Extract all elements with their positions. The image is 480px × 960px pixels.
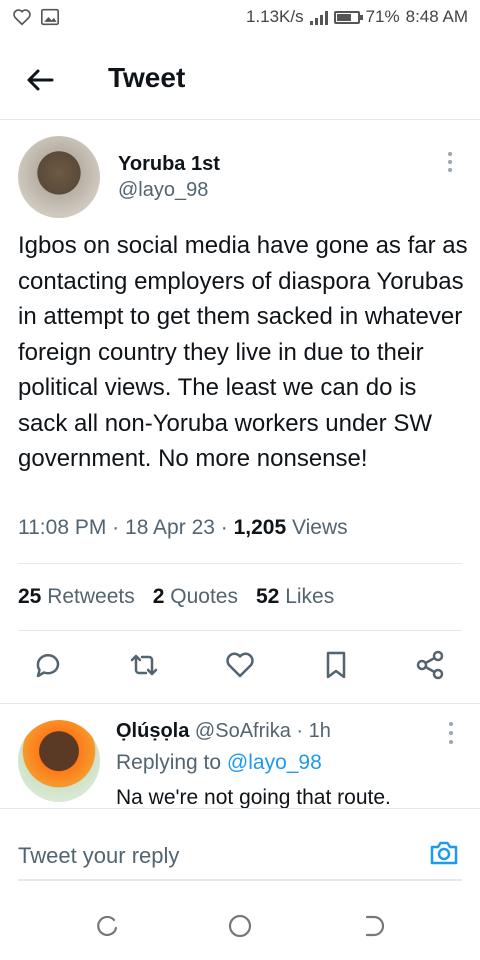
reply-separator: · xyxy=(296,720,304,742)
views-label: Views xyxy=(292,516,348,539)
meta-separator: · xyxy=(220,516,228,539)
retweets-stat[interactable]: 25 Retweets xyxy=(18,585,135,609)
status-right: 1.13K/s 71% 8:48 AM xyxy=(246,7,468,27)
back-button[interactable] xyxy=(22,62,58,98)
status-time: 8:48 AM xyxy=(405,7,468,26)
reply-input[interactable] xyxy=(18,833,462,881)
reply-text: Na we're not going that route. xyxy=(116,786,391,808)
retweets-count: 25 xyxy=(18,585,42,608)
share-button[interactable] xyxy=(414,649,446,681)
likes-label: Likes xyxy=(285,585,335,608)
reply-button[interactable] xyxy=(32,649,64,681)
tweet-date[interactable]: 18 Apr 23 xyxy=(125,516,215,539)
replying-handle-link[interactable]: @layo_98 xyxy=(227,751,322,774)
reply-composer xyxy=(0,808,480,898)
quotes-count: 2 xyxy=(152,585,165,608)
bookmark-icon xyxy=(326,651,346,679)
home-icon xyxy=(228,914,252,938)
more-dot-icon xyxy=(449,722,453,726)
app-header: Tweet xyxy=(0,40,480,120)
retweet-icon xyxy=(130,654,158,676)
author-name[interactable]: Yoruba 1st xyxy=(118,153,220,176)
camera-icon xyxy=(430,841,458,865)
reply-header: Ọlúṣọla @SoAfrika · 1h xyxy=(116,720,331,743)
reply-more-options-button[interactable] xyxy=(446,722,456,744)
more-dot-icon xyxy=(449,731,453,735)
signal-icon xyxy=(309,9,328,25)
divider xyxy=(18,563,462,564)
reply-avatar[interactable] xyxy=(18,720,100,802)
divider xyxy=(0,703,480,704)
reply-icon xyxy=(36,654,60,678)
recents-button[interactable] xyxy=(94,912,122,940)
battery-percent: 71% xyxy=(365,7,400,26)
author-handle[interactable]: @layo_98 xyxy=(118,179,208,202)
tweet-meta: 11:08 PM · 18 Apr 23 · 1,205 Views xyxy=(18,516,348,540)
more-dot-icon xyxy=(448,152,452,156)
more-dot-icon xyxy=(449,740,453,744)
divider xyxy=(18,630,462,631)
heart-icon xyxy=(13,9,31,26)
like-icon xyxy=(226,652,254,678)
reply-time: 1h xyxy=(308,720,331,742)
page-title: Tweet xyxy=(108,62,186,93)
home-button[interactable] xyxy=(226,912,254,940)
system-nav-bar xyxy=(0,898,480,960)
status-bar: 1.13K/s 71% 8:48 AM xyxy=(0,0,480,36)
retweets-label: Retweets xyxy=(47,585,135,608)
bookmark-button[interactable] xyxy=(320,649,352,681)
meta-separator: · xyxy=(112,516,120,539)
quotes-stat[interactable]: 2 Quotes xyxy=(153,585,238,609)
tweet-actions xyxy=(0,645,480,693)
back-nav-button[interactable] xyxy=(358,912,386,940)
camera-button[interactable] xyxy=(428,837,460,869)
arrow-left-icon xyxy=(27,69,54,91)
tweet-stats: 25 Retweets 2 Quotes 52 Likes xyxy=(18,585,334,609)
reply-author-handle[interactable]: @SoAfrika xyxy=(195,720,291,742)
battery-icon xyxy=(333,10,363,24)
network-speed: 1.13K/s xyxy=(245,7,304,26)
more-options-button[interactable] xyxy=(444,150,456,174)
status-left xyxy=(12,8,60,26)
replying-label: Replying to xyxy=(116,751,222,774)
recents-icon xyxy=(97,915,118,937)
replying-to: Replying to @layo_98 xyxy=(116,751,322,775)
share-icon xyxy=(416,650,444,680)
author-avatar[interactable] xyxy=(18,136,100,218)
image-icon xyxy=(41,8,59,26)
tweet-text: Igbos on social media have gone as far a… xyxy=(18,232,468,472)
likes-stat[interactable]: 52 Likes xyxy=(256,585,334,609)
back-nav-icon xyxy=(365,915,385,937)
quotes-label: Quotes xyxy=(170,585,238,608)
views-count: 1,205 xyxy=(233,516,287,539)
like-button[interactable] xyxy=(224,649,256,681)
likes-count: 52 xyxy=(256,585,280,608)
battery-fill xyxy=(336,13,351,21)
retweet-button[interactable] xyxy=(128,649,160,681)
tweet-time: 11:08 PM xyxy=(18,516,107,539)
more-dot-icon xyxy=(448,168,452,172)
more-dot-icon xyxy=(448,160,452,164)
reply-author-name[interactable]: Ọlúṣọla xyxy=(116,720,189,742)
